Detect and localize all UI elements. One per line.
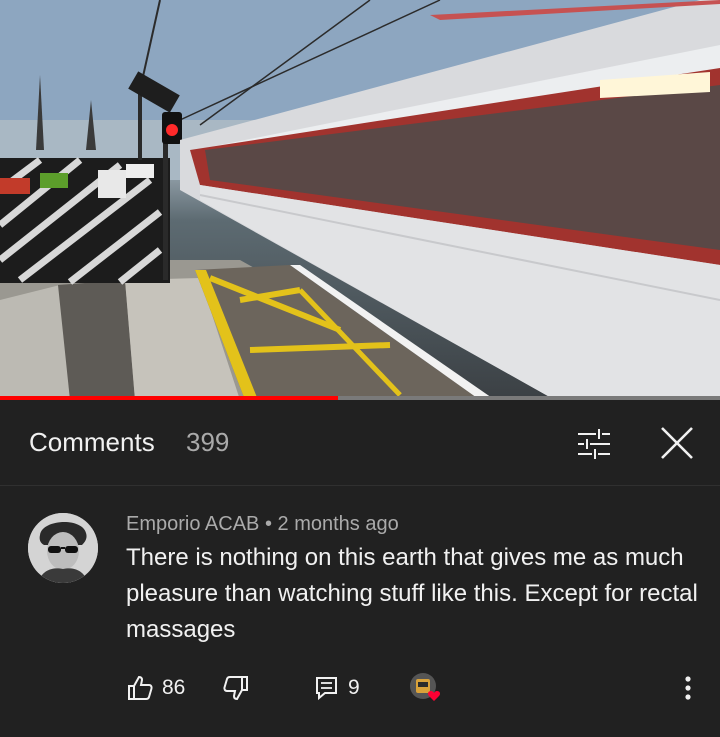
close-comments-button[interactable] — [654, 420, 700, 466]
comments-count: 399 — [186, 427, 230, 457]
video-player[interactable] — [0, 0, 720, 400]
meta-separator: • — [264, 513, 272, 535]
creator-heart — [408, 670, 448, 706]
reply-count: 9 — [348, 676, 360, 699]
reply-button[interactable]: 9 — [314, 670, 360, 706]
comment-author[interactable]: Emporio ACAB — [126, 513, 259, 535]
more-options-button[interactable] — [674, 670, 702, 706]
comment-meta: Emporio ACAB • 2 months ago — [126, 513, 399, 536]
author-avatar[interactable] — [28, 513, 98, 583]
like-count: 86 — [162, 676, 186, 699]
like-button[interactable]: 86 — [126, 670, 185, 706]
sort-filter-button[interactable] — [572, 422, 616, 466]
sort-filter-icon — [578, 429, 610, 459]
avatar-image — [28, 513, 98, 583]
reply-icon — [316, 677, 337, 701]
comment-actions: 86 9 — [0, 670, 720, 710]
dislike-button[interactable] — [222, 670, 250, 706]
comment-time: 2 months ago — [277, 513, 399, 535]
close-icon — [661, 427, 693, 459]
thumbs-down-icon — [223, 676, 248, 701]
creator-heart-icon — [410, 673, 441, 701]
video-frame — [0, 0, 720, 400]
comment-body: There is nothing on this earth that give… — [126, 544, 698, 643]
comments-title: Comments — [29, 427, 155, 457]
more-vert-icon — [685, 676, 691, 700]
thumbs-up-icon — [128, 675, 153, 700]
